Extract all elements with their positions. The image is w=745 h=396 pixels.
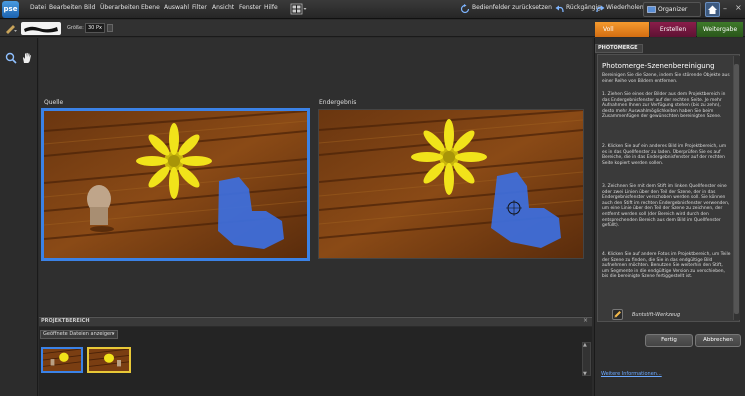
reset-panels-button[interactable]: Bedienfelder zurücksetzen xyxy=(472,4,552,11)
bin-filter-dropdown[interactable]: Geöffnete Dateien anzeigen xyxy=(40,330,118,339)
minimize-button[interactable]: – xyxy=(723,4,731,14)
menu-enhance[interactable]: Überarbeiten xyxy=(100,4,140,11)
result-image-frame[interactable] xyxy=(318,109,584,259)
toolbox xyxy=(0,38,38,396)
redo-button[interactable]: Wiederholen xyxy=(606,4,644,11)
chevron-down-icon: ▾ xyxy=(112,331,115,337)
panel-step-1: 1. Ziehen Sie eines der Bilder aus dem P… xyxy=(602,92,726,120)
pencil-tool-label: Buntstift-Werkzeug xyxy=(632,312,681,318)
close-window-button[interactable]: × xyxy=(735,3,743,13)
menu-help[interactable]: Hilfe xyxy=(264,4,278,11)
tool-preset-icon[interactable] xyxy=(4,24,18,34)
organizer-icon xyxy=(647,6,656,13)
more-info-link[interactable]: Weitere Informationen... xyxy=(601,371,662,377)
hand-icon[interactable] xyxy=(21,52,33,64)
thumbnail-photo xyxy=(89,349,129,371)
panel-step-4: 4. Klicken Sie auf andere Fotos im Proje… xyxy=(602,252,731,280)
panel-scrollbar-thumb[interactable] xyxy=(734,64,739,314)
panel-step-3: 3. Zeichnen Sie mit dem Stift im linken … xyxy=(602,184,730,229)
scroll-up-icon[interactable]: ▲ xyxy=(583,342,587,348)
brush-size-spinner[interactable] xyxy=(107,24,113,32)
home-button[interactable] xyxy=(705,2,720,17)
tab-create[interactable]: Erstellen xyxy=(650,22,696,37)
thumbnail-photo xyxy=(43,349,81,371)
brush-preview[interactable] xyxy=(21,22,61,35)
zoom-icon[interactable] xyxy=(5,52,17,64)
panel-tab-photomerge[interactable]: PHOTOMERGE xyxy=(595,44,643,53)
menu-filter[interactable]: Filter xyxy=(192,4,207,11)
cancel-button[interactable]: Abbrechen xyxy=(695,334,741,347)
panel-title: Photomerge-Szenenbereinigung xyxy=(602,62,715,70)
source-photo xyxy=(44,111,307,258)
bin-thumbnail-2[interactable] xyxy=(87,347,131,373)
result-photo xyxy=(319,110,583,258)
menu-image[interactable]: Bild xyxy=(84,4,95,11)
app-logo: pse xyxy=(2,1,19,18)
home-icon xyxy=(708,5,717,14)
project-bin-close-button[interactable]: × xyxy=(583,317,588,324)
pencil-tool-button[interactable] xyxy=(612,309,623,320)
done-button[interactable]: Fertig xyxy=(645,334,693,347)
panel-intro: Bereinigen Sie die Szene, indem Sie stör… xyxy=(602,73,730,84)
bin-thumbnail-1[interactable] xyxy=(41,347,83,373)
undo-icon xyxy=(555,5,564,13)
menu-select[interactable]: Auswahl xyxy=(164,4,189,11)
source-image-frame[interactable] xyxy=(41,108,310,261)
project-bin-title: PROJEKTBEREICH xyxy=(41,318,90,324)
menu-view[interactable]: Ansicht xyxy=(212,4,234,11)
result-label: Endergebnis xyxy=(319,99,357,106)
scroll-down-icon[interactable]: ▼ xyxy=(583,371,587,377)
pencil-icon xyxy=(614,311,621,318)
view-grid-icon[interactable] xyxy=(290,3,308,15)
menu-edit[interactable]: Bearbeiten xyxy=(49,4,82,11)
menu-layer[interactable]: Ebene xyxy=(141,4,160,11)
redo-icon xyxy=(596,5,605,13)
panel-step-2: 2. Klicken Sie auf ein anderes Bild im P… xyxy=(602,144,727,166)
source-label: Quelle xyxy=(44,99,64,106)
menu-window[interactable]: Fenster xyxy=(239,4,261,11)
organizer-label: Organizer xyxy=(658,6,688,13)
brush-size-label: Größe: xyxy=(67,25,84,31)
tab-full-edit[interactable]: Voll xyxy=(595,22,649,37)
project-bin-header xyxy=(39,317,592,326)
reset-panels-icon xyxy=(460,4,470,14)
tab-share[interactable]: Weitergabe xyxy=(697,22,743,37)
brush-stroke-icon xyxy=(24,26,58,33)
menu-file[interactable]: Datei xyxy=(30,4,46,11)
brush-size-field[interactable]: 30 Px xyxy=(85,23,105,33)
